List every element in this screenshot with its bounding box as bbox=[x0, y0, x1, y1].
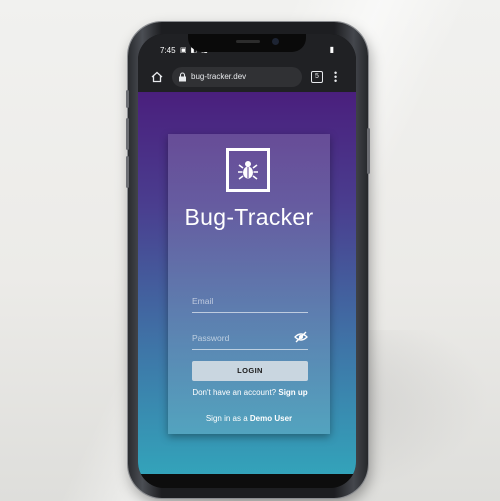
login-card: Bug-Tracker Email Password LOGIN Don't h… bbox=[168, 134, 330, 434]
power-button bbox=[367, 128, 370, 174]
email-field[interactable]: Email bbox=[192, 296, 213, 306]
demo-user-link[interactable]: Demo User bbox=[250, 414, 292, 423]
address-bar[interactable]: bug-tracker.dev bbox=[172, 67, 302, 87]
app-title: Bug-Tracker bbox=[184, 204, 314, 230]
volume-up-button bbox=[126, 118, 129, 150]
eye-off-icon[interactable] bbox=[294, 331, 308, 343]
phone-notch bbox=[188, 34, 306, 52]
signup-prompt-text: Don't have an account? bbox=[192, 388, 277, 397]
bottom-bezel bbox=[138, 474, 356, 488]
password-field[interactable]: Password bbox=[192, 333, 229, 343]
url-text: bug-tracker.dev bbox=[191, 72, 247, 81]
signup-link[interactable]: Sign up bbox=[278, 388, 307, 397]
login-page: Bug-Tracker Email Password LOGIN Don't h… bbox=[138, 92, 356, 474]
more-vert-icon[interactable]: • • • bbox=[334, 69, 340, 86]
browser-toolbar: bug-tracker.dev 5 • • • bbox=[138, 62, 356, 92]
status-time: 7:45 bbox=[160, 46, 176, 55]
home-icon[interactable] bbox=[150, 70, 164, 84]
phone-screen: 7:45 ▣ ◧ ◨ • ▮ bug-tracker.dev 5 ••• bbox=[138, 34, 356, 488]
front-camera bbox=[272, 38, 279, 45]
signup-prompt: Don't have an account? Sign up bbox=[178, 388, 322, 398]
side-button bbox=[126, 90, 129, 108]
demo-prompt: Sign in as a Demo User bbox=[168, 414, 330, 423]
lock-icon bbox=[179, 72, 186, 82]
bug-icon bbox=[226, 148, 270, 192]
volume-down-button bbox=[126, 156, 129, 188]
email-underline bbox=[192, 312, 308, 313]
password-underline bbox=[192, 349, 308, 350]
tabs-icon[interactable]: 5 bbox=[311, 71, 323, 83]
login-button[interactable]: LOGIN bbox=[192, 361, 308, 381]
speaker-grille bbox=[236, 40, 260, 43]
demo-prompt-text: Sign in as a bbox=[205, 414, 248, 423]
battery-icon: ▮ bbox=[329, 45, 334, 54]
